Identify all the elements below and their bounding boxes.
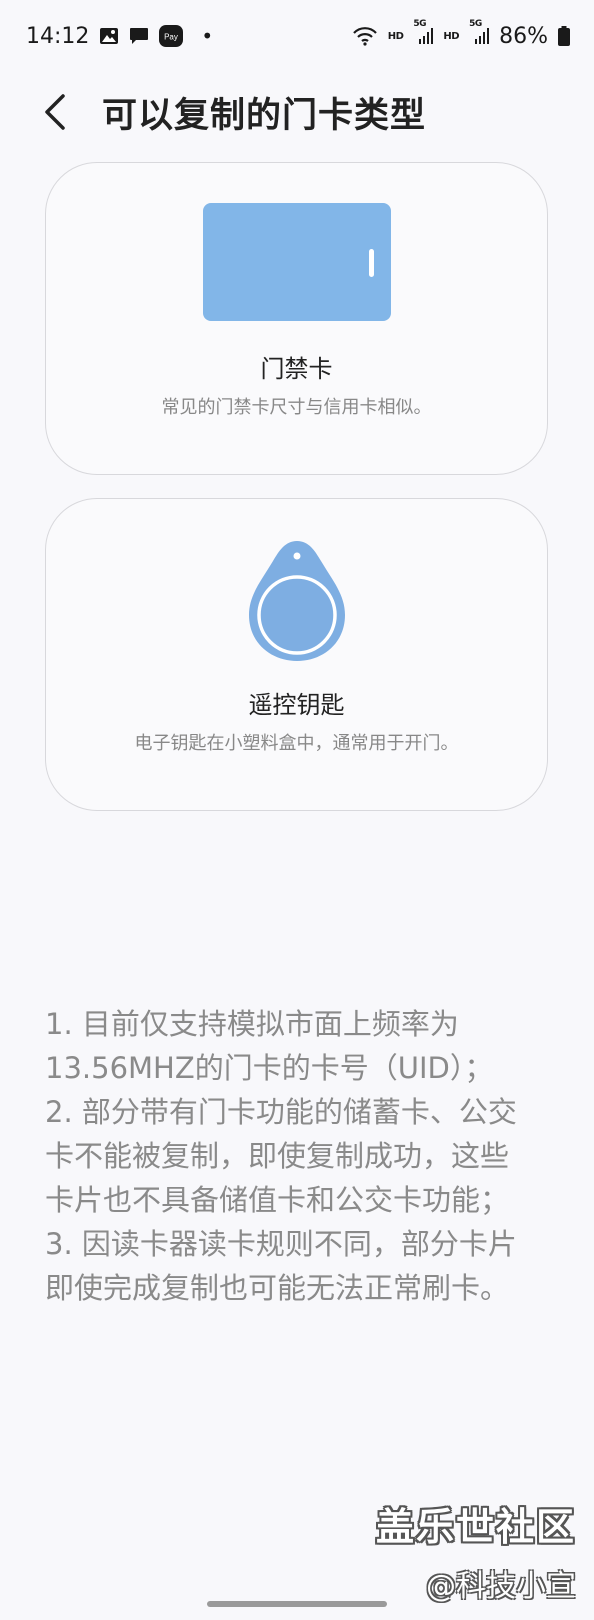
hd-label-2: HD	[443, 30, 460, 42]
notification-dot: •	[201, 24, 214, 48]
battery-level: 86%	[499, 23, 548, 49]
network-label-1: 5G	[413, 19, 427, 29]
back-button[interactable]	[24, 80, 88, 144]
hd-label-1: HD	[387, 30, 404, 42]
battery-icon	[558, 26, 570, 46]
status-bar: 14:12 Pay • HD 5G HD 5G 86%	[0, 0, 594, 72]
note-line: 卡片也不具备储值卡和公交卡功能；	[45, 1183, 510, 1217]
home-indicator[interactable]	[207, 1601, 387, 1607]
wifi-icon	[352, 26, 378, 46]
card-description: 电子钥匙在小塑料盒中，通常用于开门。	[134, 733, 459, 754]
card-title: 遥控钥匙	[248, 691, 345, 719]
watermark: 盖乐世社区 @科技小宣	[376, 1496, 576, 1605]
pay-icon: Pay	[159, 25, 184, 47]
note-line: 卡不能被复制，即使复制成功，这些	[45, 1139, 510, 1173]
signal-icon: 5G	[469, 19, 490, 45]
pay-label: Pay	[165, 33, 179, 42]
note-line: 3. 因读卡器读卡规则不同，部分卡片	[45, 1227, 517, 1261]
card-type-access-card[interactable]: 门禁卡 常见的门禁卡尺寸与信用卡相似。	[45, 162, 548, 475]
note-line: 2. 部分带有门卡功能的储蓄卡、公交	[45, 1095, 517, 1129]
card-description: 常见的门禁卡尺寸与信用卡相似。	[161, 397, 432, 418]
back-arrow-icon	[45, 94, 65, 130]
card-title: 门禁卡	[260, 355, 333, 383]
watermark-community: 盖乐世社区	[375, 1505, 576, 1549]
app-header: 可以复制的门卡类型	[0, 72, 594, 152]
watermark-author: @科技小宣	[426, 1569, 576, 1604]
message-icon	[129, 27, 149, 46]
card-type-key-fob[interactable]: 遥控钥匙 电子钥匙在小塑料盒中，通常用于开门。	[45, 498, 548, 811]
page-title: 可以复制的门卡类型	[102, 95, 427, 136]
note-line: 13.56MHZ的门卡的卡号（UID）；	[45, 1051, 494, 1085]
note-line: 即使完成复制也可能无法正常刷卡。	[45, 1271, 510, 1305]
network-label-2: 5G	[469, 19, 482, 29]
signal-icon: 5G	[413, 19, 434, 45]
access-card-icon	[202, 203, 391, 321]
key-fob-icon	[248, 541, 345, 661]
notes-text: 1. 目前仅支持模拟市面上频率为 13.56MHZ的门卡的卡号（UID）； 2.…	[45, 1002, 555, 1310]
status-time: 14:12	[26, 23, 90, 49]
image-icon	[99, 27, 119, 45]
note-line: 1. 目前仅支持模拟市面上频率为	[45, 1007, 459, 1041]
